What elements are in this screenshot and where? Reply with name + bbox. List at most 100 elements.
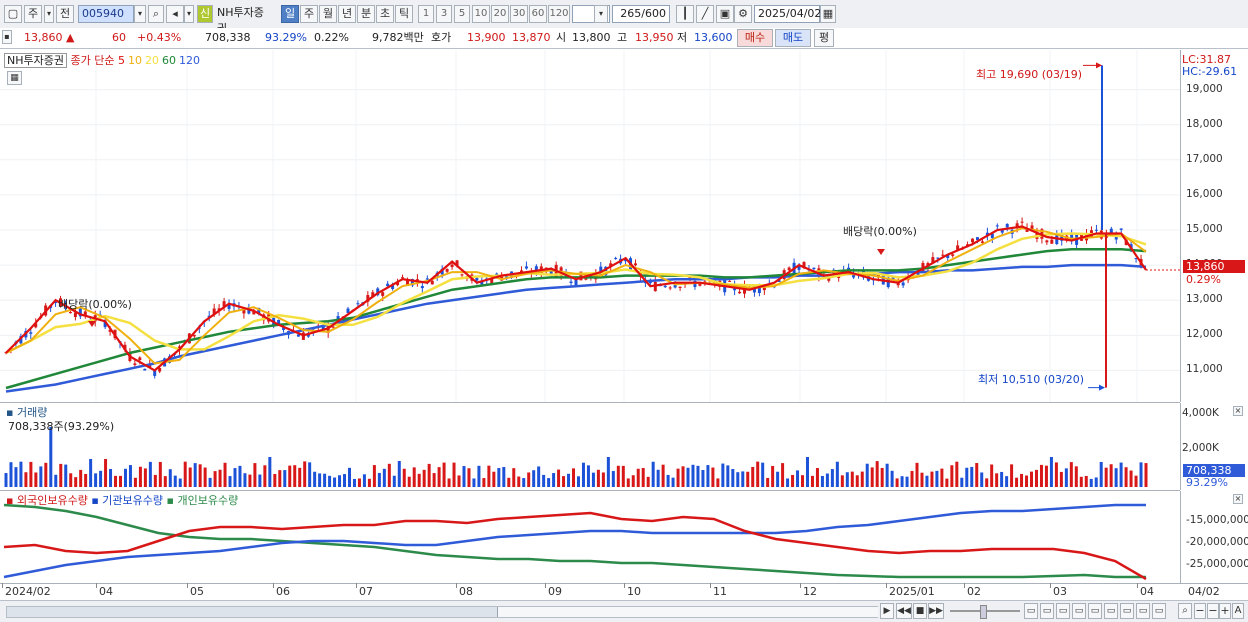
n-button-3[interactable]: 10 bbox=[472, 5, 490, 23]
volume-bar bbox=[397, 461, 401, 487]
zoom-search-icon[interactable]: ⌕ bbox=[1178, 603, 1192, 619]
layout-icon-5[interactable]: ▭ bbox=[1088, 603, 1102, 619]
volume-bar bbox=[1049, 457, 1053, 487]
period-button-1[interactable]: 주 bbox=[300, 5, 318, 23]
period-button-3[interactable]: 년 bbox=[338, 5, 356, 23]
scrollbar-thumb[interactable] bbox=[497, 607, 878, 617]
x-tick-mark bbox=[456, 583, 457, 588]
period-button-6[interactable]: 틱 bbox=[395, 5, 413, 23]
volume-bar bbox=[1074, 466, 1078, 487]
scroll-right-icon[interactable]: ▶ bbox=[880, 603, 894, 619]
font-size-icon[interactable]: A bbox=[1232, 603, 1244, 619]
volume-bar bbox=[756, 461, 760, 487]
ma-legend-4: 120 bbox=[178, 54, 200, 67]
count-input[interactable]: 265/600 bbox=[612, 5, 670, 23]
gear-icon[interactable]: ⚙ bbox=[734, 5, 752, 23]
price-y-tick: 15,000 bbox=[1186, 223, 1223, 235]
layout-icon-1[interactable]: ▭ bbox=[1024, 603, 1038, 619]
volume-bar bbox=[59, 463, 63, 487]
volume-bar bbox=[701, 470, 705, 487]
close-icon[interactable]: × bbox=[1233, 406, 1243, 416]
forward-icon[interactable]: ▶▶ bbox=[928, 603, 944, 619]
candle-body bbox=[812, 267, 816, 270]
calculator-icon[interactable]: ▦ bbox=[7, 71, 22, 85]
period-button-5[interactable]: 초 bbox=[376, 5, 394, 23]
window-icon[interactable]: ▢ bbox=[4, 5, 22, 23]
volume-pane[interactable] bbox=[0, 403, 1180, 491]
rewind-icon[interactable]: ◀◀ bbox=[896, 603, 912, 619]
minus-icon[interactable]: − bbox=[1207, 603, 1219, 619]
layout-icon-4[interactable]: ▭ bbox=[1072, 603, 1086, 619]
chevron-down-icon[interactable]: ▾ bbox=[44, 5, 54, 23]
collapse-icon[interactable]: ▪ bbox=[2, 30, 12, 44]
volume-bar bbox=[9, 462, 13, 487]
period-button-2[interactable]: 월 bbox=[319, 5, 337, 23]
layout-icon-8[interactable]: ▭ bbox=[1136, 603, 1150, 619]
volume-bar bbox=[751, 466, 755, 487]
volume-bar bbox=[512, 468, 516, 487]
code-dropdown-icon[interactable]: ▾ bbox=[134, 5, 146, 23]
volume-bar bbox=[452, 462, 456, 487]
price-chart[interactable] bbox=[0, 50, 1180, 402]
volume-bar bbox=[855, 475, 859, 487]
volume-bar bbox=[507, 477, 511, 487]
volume-bar bbox=[601, 472, 605, 487]
draw-icon[interactable]: ╱ bbox=[696, 5, 714, 23]
zoom-in-icon[interactable]: + bbox=[1219, 603, 1231, 619]
x-tick: 08 bbox=[459, 585, 473, 598]
n-button-2[interactable]: 5 bbox=[454, 5, 470, 23]
volume-bar bbox=[771, 465, 775, 487]
eval-button[interactable]: 평 bbox=[814, 29, 834, 47]
chevron-down-icon[interactable]: ▾ bbox=[594, 5, 608, 23]
n-button-7[interactable]: 120 bbox=[548, 5, 570, 23]
zoom-out-icon[interactable]: − bbox=[1194, 603, 1206, 619]
layout-icon-7[interactable]: ▭ bbox=[1120, 603, 1134, 619]
n-button-0[interactable]: 1 bbox=[418, 5, 434, 23]
chevron-down-icon[interactable]: ▾ bbox=[184, 5, 194, 23]
close-icon[interactable]: × bbox=[1233, 494, 1243, 504]
volume-bar bbox=[178, 478, 182, 487]
save-icon[interactable]: ▣ bbox=[716, 5, 734, 23]
volume-chart[interactable] bbox=[0, 403, 1180, 490]
stock-code-input[interactable]: 005940 bbox=[78, 5, 134, 23]
candle-body bbox=[762, 287, 766, 291]
zoom-slider-handle[interactable] bbox=[980, 605, 987, 619]
stop-icon[interactable]: ■ bbox=[913, 603, 927, 619]
buy-button[interactable]: 매수 bbox=[737, 29, 773, 47]
volume-bar bbox=[1079, 476, 1083, 487]
volume-bar bbox=[825, 473, 829, 487]
layout-icon-9[interactable]: ▭ bbox=[1152, 603, 1166, 619]
n-button-5[interactable]: 30 bbox=[510, 5, 528, 23]
volume-bar bbox=[497, 468, 501, 487]
period-button-0[interactable]: 일 bbox=[281, 5, 299, 23]
zoom-slider[interactable] bbox=[950, 605, 1020, 619]
candle-icon[interactable]: ┃ bbox=[676, 5, 694, 23]
layout-icon-3[interactable]: ▭ bbox=[1056, 603, 1070, 619]
scrollbar-track[interactable] bbox=[6, 606, 878, 618]
layout-icon-2[interactable]: ▭ bbox=[1040, 603, 1054, 619]
volume-bar bbox=[24, 472, 28, 487]
date-input[interactable]: 2025/04/02 bbox=[754, 5, 821, 23]
candle-body bbox=[143, 368, 147, 371]
search-icon[interactable]: ⌕ bbox=[148, 5, 164, 23]
n-button-1[interactable]: 3 bbox=[436, 5, 452, 23]
layout-icon-6[interactable]: ▭ bbox=[1104, 603, 1118, 619]
n-button-6[interactable]: 60 bbox=[529, 5, 547, 23]
volume-bar bbox=[457, 475, 461, 487]
price-pane[interactable] bbox=[0, 50, 1180, 403]
change-pct: +0.43% bbox=[137, 31, 182, 44]
institution-line bbox=[3, 503, 1146, 579]
open-label: 시 bbox=[556, 31, 567, 44]
count-value: 265 bbox=[620, 7, 642, 20]
candle-body bbox=[401, 277, 405, 279]
sell-button[interactable]: 매도 bbox=[775, 29, 811, 47]
n-button-4[interactable]: 20 bbox=[491, 5, 509, 23]
candle-body bbox=[951, 254, 955, 256]
all-button[interactable]: 전 bbox=[56, 5, 74, 23]
period-button-4[interactable]: 분 bbox=[357, 5, 375, 23]
volume-bar bbox=[950, 465, 954, 487]
speaker-icon[interactable]: ◂ bbox=[166, 5, 184, 23]
calendar-icon[interactable]: ▦ bbox=[820, 5, 836, 23]
x-tick: 06 bbox=[276, 585, 290, 598]
period-select[interactable]: 주 bbox=[24, 5, 42, 23]
